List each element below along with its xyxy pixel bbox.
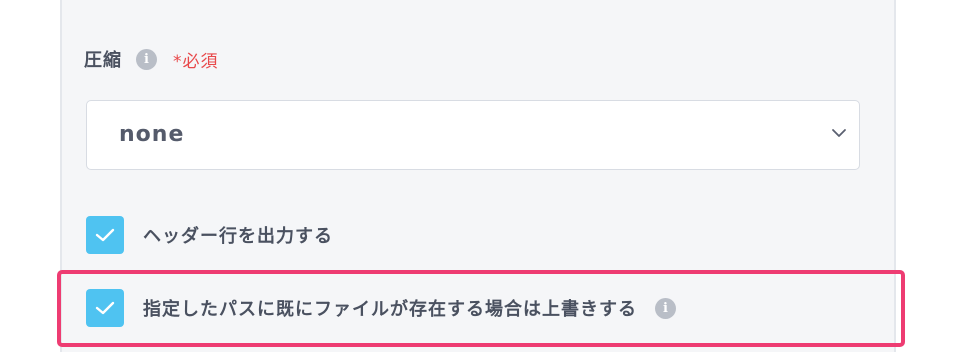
- checkmark-icon: [95, 228, 115, 242]
- compression-select[interactable]: none: [86, 100, 860, 170]
- settings-stage: 圧縮 i *必須 none ヘッダー行を出力する 指定したパスに既にファイルが存…: [0, 0, 960, 352]
- compression-label: 圧縮: [84, 50, 122, 71]
- header-row-checkbox[interactable]: [86, 216, 124, 254]
- overwrite-option[interactable]: 指定したパスに既にファイルが存在する場合は上書きする i: [86, 288, 676, 328]
- info-icon[interactable]: i: [655, 297, 676, 319]
- header-row-label: ヘッダー行を出力する: [143, 226, 333, 247]
- compression-label-row: 圧縮 i *必須: [84, 46, 219, 72]
- compression-select-value: none: [119, 122, 185, 147]
- chevron-down-icon: [832, 129, 846, 137]
- overwrite-label: 指定したパスに既にファイルが存在する場合は上書きする: [143, 299, 637, 320]
- checkmark-icon: [95, 301, 115, 315]
- overwrite-checkbox[interactable]: [86, 289, 124, 327]
- header-row-option[interactable]: ヘッダー行を出力する: [86, 215, 333, 255]
- required-marker: *必須: [173, 51, 219, 72]
- info-icon[interactable]: i: [136, 48, 157, 70]
